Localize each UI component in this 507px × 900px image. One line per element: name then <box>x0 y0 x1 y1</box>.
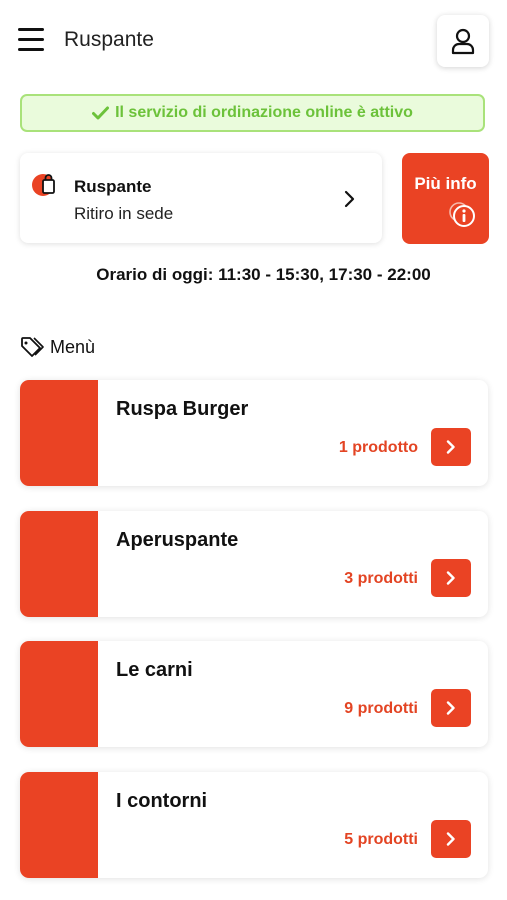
app-title: Ruspante <box>64 28 154 51</box>
chevron-right-icon <box>344 190 355 208</box>
category-title: Aperuspante <box>116 529 239 551</box>
category-open-button[interactable] <box>431 428 471 466</box>
status-message: Il servizio di ordinazione online è atti… <box>115 104 413 121</box>
category-image <box>20 772 98 878</box>
user-account-button[interactable] <box>437 15 489 67</box>
chevron-right-icon <box>446 571 455 585</box>
category-card[interactable]: Ruspa Burger 1 prodotto <box>20 380 488 486</box>
menu-section-header: Menù <box>20 335 95 359</box>
category-count: 5 prodotti <box>344 831 418 848</box>
store-name: Ruspante <box>74 177 152 196</box>
category-image <box>20 511 98 617</box>
check-icon <box>92 106 110 120</box>
more-info-button[interactable]: Più info <box>402 153 489 244</box>
chevron-right-icon <box>446 440 455 454</box>
info-icon <box>449 202 475 227</box>
chevron-right-icon <box>446 701 455 715</box>
chevron-right-icon <box>446 832 455 846</box>
tag-icon <box>21 337 44 357</box>
category-title: I contorni <box>116 790 208 812</box>
category-count: 1 prodotto <box>338 439 418 456</box>
category-card[interactable]: Le carni 9 prodotti <box>20 641 488 747</box>
store-selector-card[interactable]: Ruspante Ritiro in sede <box>20 153 382 243</box>
user-icon <box>451 28 475 55</box>
category-count: 3 prodotti <box>344 570 418 587</box>
hamburger-icon[interactable] <box>18 28 44 52</box>
category-open-button[interactable] <box>431 559 471 597</box>
category-image <box>20 641 98 747</box>
category-card[interactable]: Aperuspante 3 prodotti <box>20 511 488 617</box>
order-mode: Ritiro in sede <box>74 204 174 223</box>
more-info-label: Più info <box>414 174 477 193</box>
category-image <box>20 380 98 486</box>
menu-section-label: Menù <box>50 336 96 357</box>
shopping-bag-icon <box>32 174 55 196</box>
category-title: Le carni <box>116 659 193 681</box>
top-bar: Ruspante <box>0 0 507 82</box>
category-count: 9 prodotti <box>344 700 418 717</box>
category-title: Ruspa Burger <box>116 398 249 420</box>
category-open-button[interactable] <box>431 820 471 858</box>
service-status-banner: Il servizio di ordinazione online è atti… <box>20 94 485 132</box>
opening-hours: Orario di oggi: 11:30 - 15:30, 17:30 - 2… <box>96 265 431 284</box>
category-card[interactable]: I contorni 5 prodotti <box>20 772 488 878</box>
category-open-button[interactable] <box>431 689 471 727</box>
